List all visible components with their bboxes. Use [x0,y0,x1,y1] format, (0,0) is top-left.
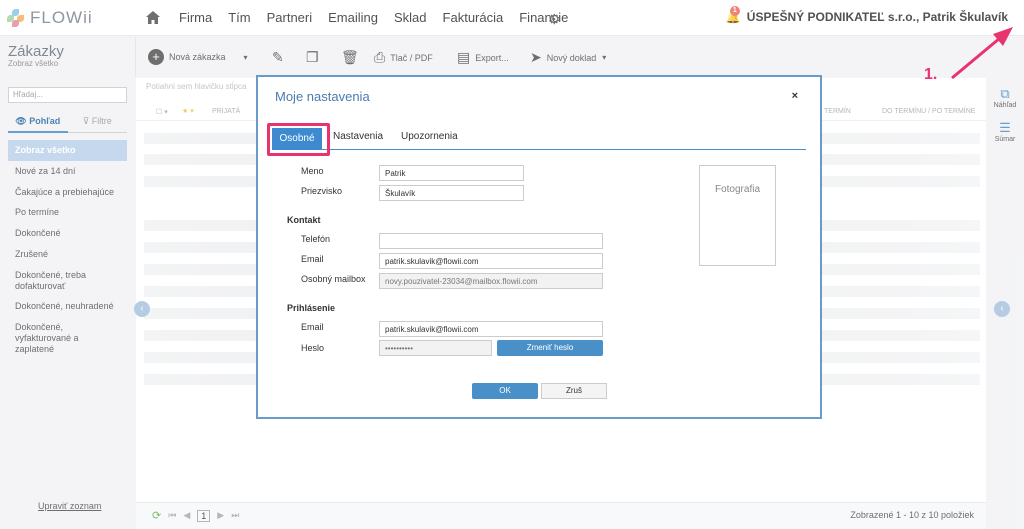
phone-label: Telefón [301,234,331,244]
change-password-button[interactable]: Zmeniť heslo [497,340,603,356]
last-name-label: Priezvisko [301,186,343,196]
annotation-step-1: 1. [924,66,938,83]
tab-notifications[interactable]: Upozornenia [401,131,458,142]
photo-placeholder[interactable]: Fotografia [699,165,776,266]
annotation-highlight-box [267,123,330,156]
ok-button[interactable]: OK [472,383,538,399]
modal-title: Moje nastavenia [275,89,370,104]
tab-settings[interactable]: Nastavenia [333,131,383,142]
first-name-label: Meno [301,166,324,176]
login-section-title: Prihlásenie [287,303,336,313]
cancel-button[interactable]: Zruš [541,383,607,399]
mailbox-label: Osobný mailbox [301,274,366,284]
last-name-field[interactable]: Škulavík [379,185,524,201]
close-icon[interactable]: × [792,90,798,102]
login-email-label: Email [301,322,324,332]
mailbox-field[interactable]: novy.pouzivatel-23034@mailbox.flowii.com [379,273,603,289]
password-label: Heslo [301,343,325,353]
login-email-field[interactable]: patrik.skulavik@flowii.com [379,321,603,337]
phone-field[interactable] [379,233,603,249]
email-label: Email [301,254,324,264]
contact-section-title: Kontakt [287,215,321,225]
password-field[interactable]: •••••••••• [379,340,492,356]
first-name-field[interactable]: Patrik [379,165,524,181]
settings-modal: Moje nastavenia × Osobné Nastavenia Upoz… [256,75,822,419]
email-field[interactable]: patrik.skulavik@flowii.com [379,253,603,269]
modal-tabs: Osobné Nastavenia Upozornenia [272,128,806,150]
